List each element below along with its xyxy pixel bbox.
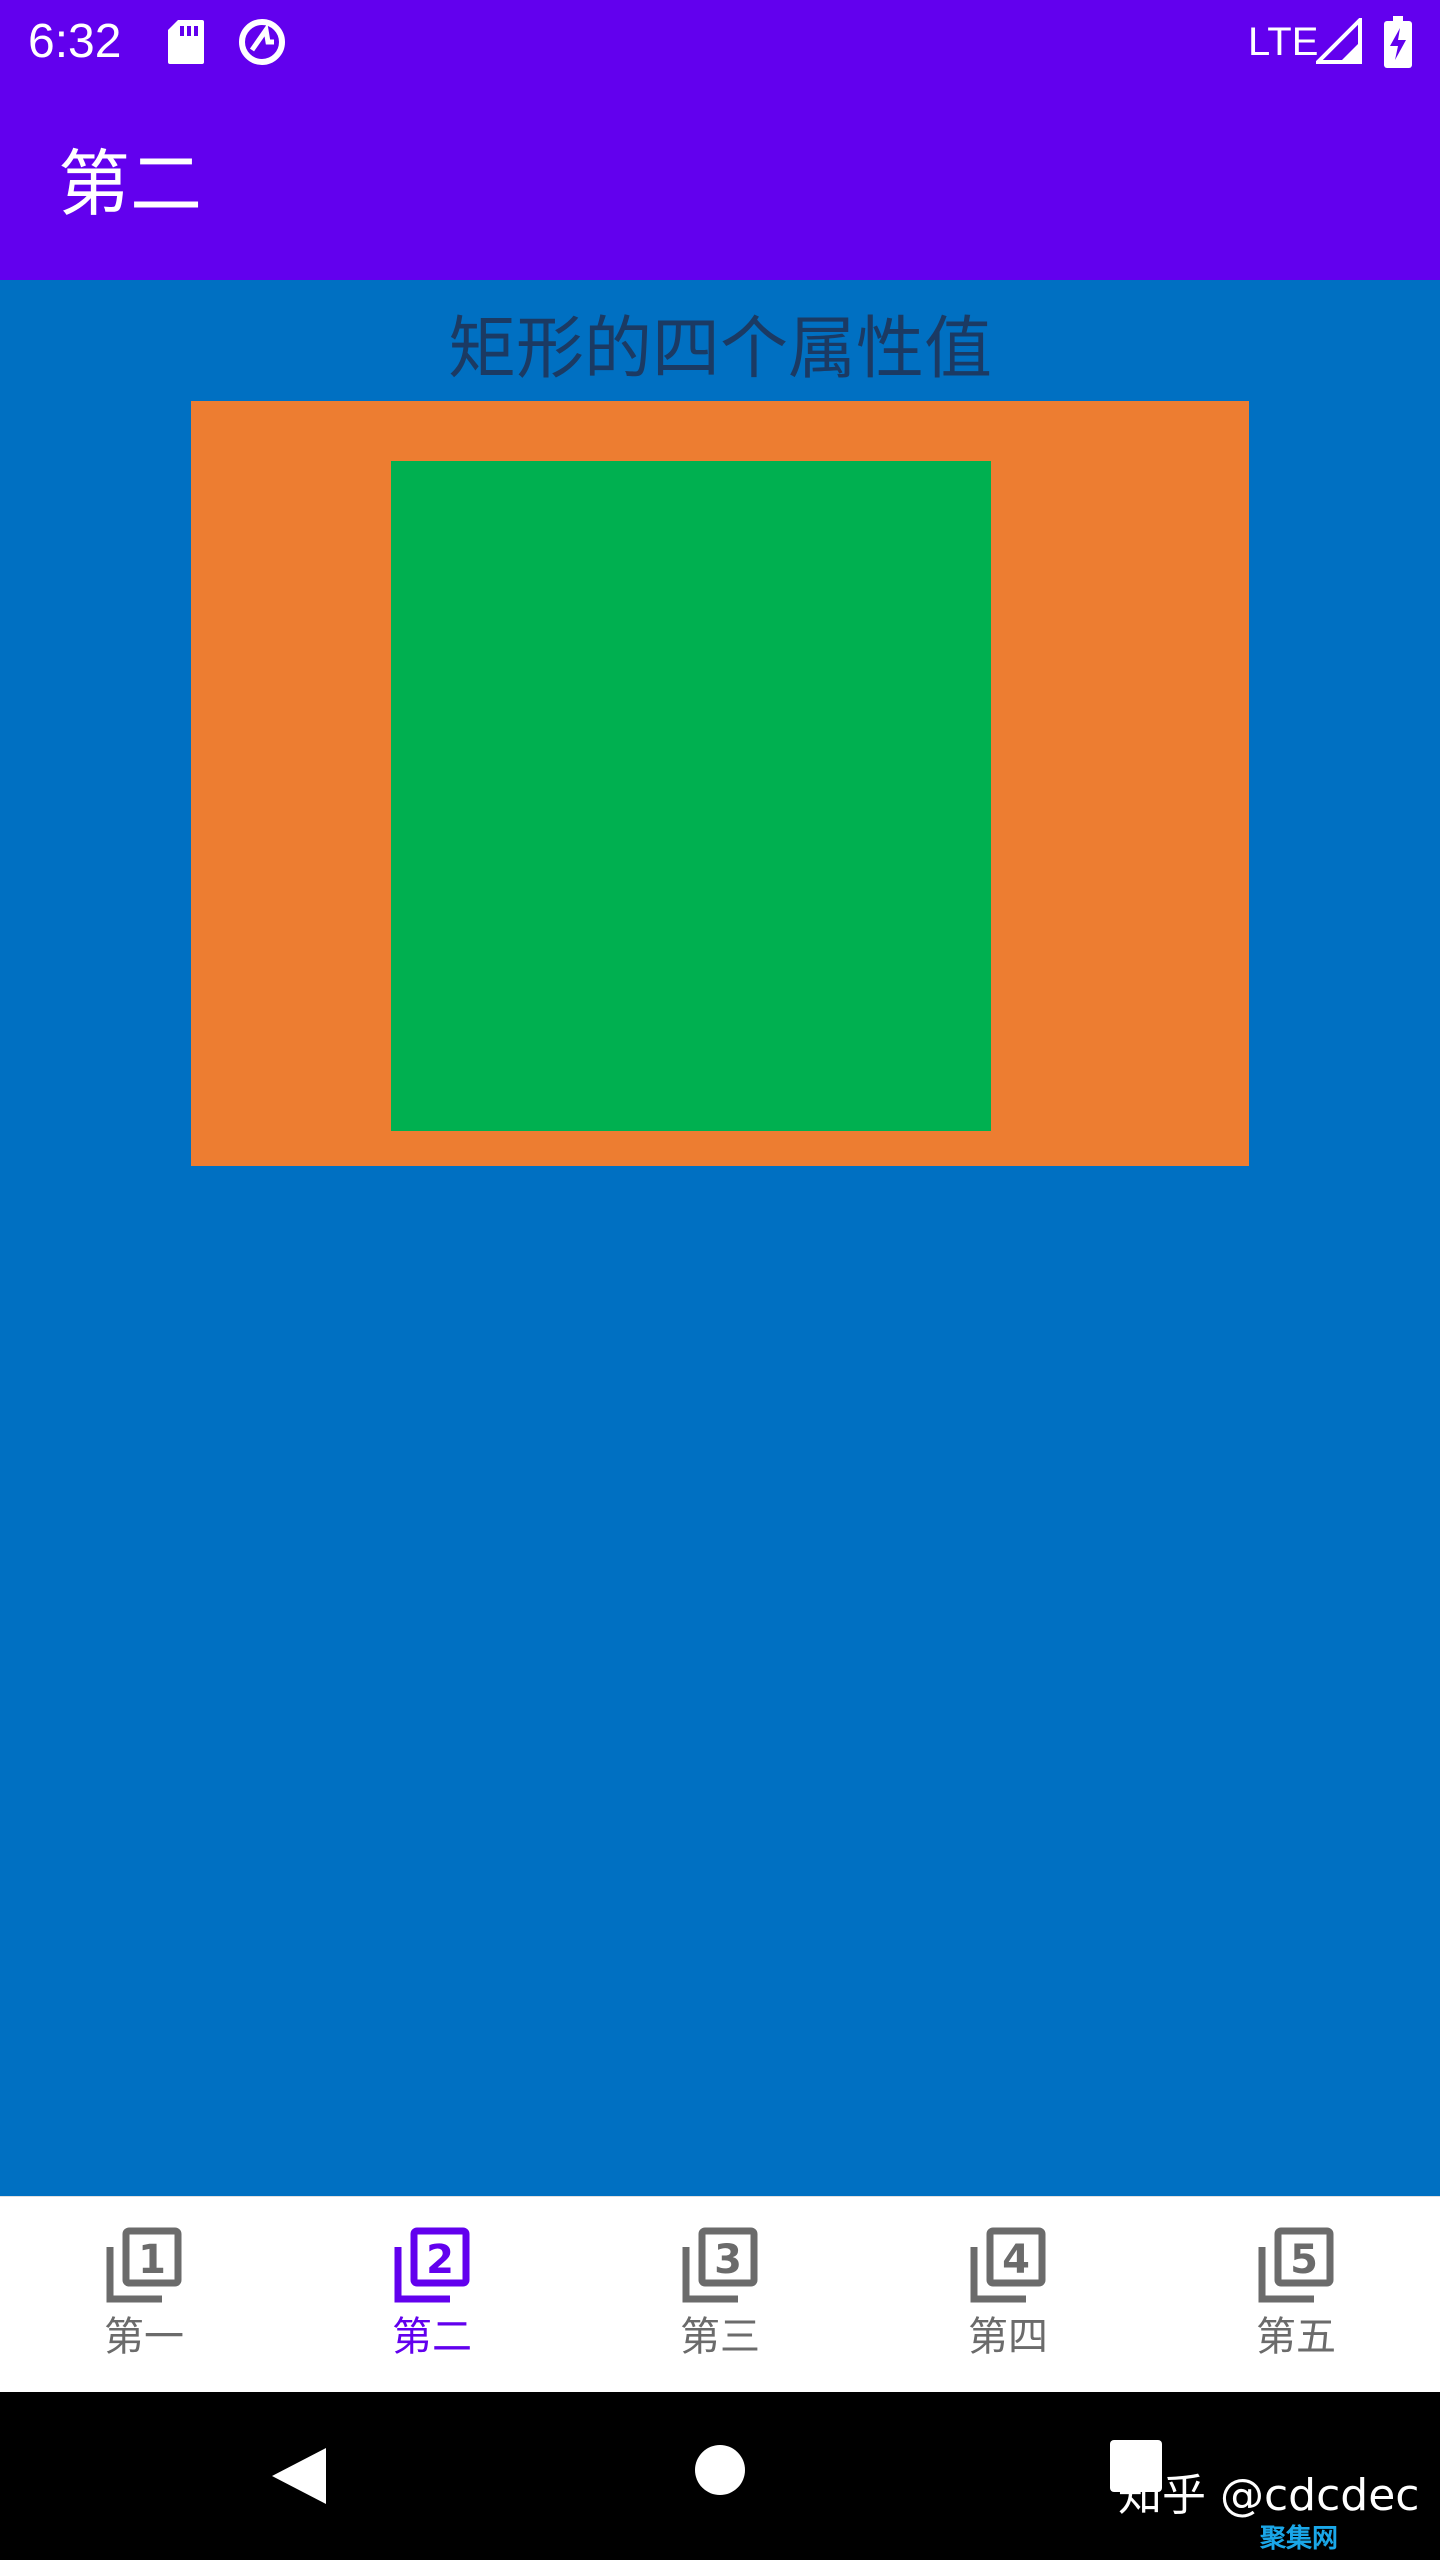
svg-text:1: 1 — [138, 2237, 166, 2283]
nav-label: 第三 — [680, 2314, 760, 2360]
status-time: 6:32 — [28, 15, 122, 68]
nav-label: 第二 — [392, 2314, 472, 2360]
status-bar: 6:32 LTE — [0, 0, 1440, 84]
nav-item-first[interactable]: 1 第一 — [0, 2197, 288, 2393]
nav-item-fifth[interactable]: 5 第五 — [1152, 2197, 1440, 2393]
svg-text:2: 2 — [426, 2237, 454, 2283]
filter-4-icon: 4 — [970, 2227, 1046, 2303]
app-bar: 第二 — [0, 84, 1440, 280]
filter-3-icon: 3 — [682, 2227, 758, 2303]
svg-text:4: 4 — [1002, 2237, 1030, 2283]
content-heading: 矩形的四个属性值 — [447, 310, 992, 389]
watermark-sub: 聚集网 — [1260, 2524, 1339, 2554]
filter-2-icon: 2 — [394, 2227, 470, 2303]
bottom-navigation: 1 第一 2 第二 3 第三 4 第四 5 第五 — [0, 2196, 1440, 2393]
svg-text:5: 5 — [1290, 2237, 1318, 2283]
nav-label: 第一 — [104, 2314, 184, 2360]
nav-label: 第五 — [1256, 2314, 1336, 2360]
page-title: 第二 — [58, 142, 203, 226]
system-navigation-bar: 知乎 @cdcdec 聚集网 — [0, 2392, 1440, 2560]
content-area: 矩形的四个属性值 — [0, 280, 1440, 2196]
sd-card-icon — [168, 20, 204, 64]
sync-icon — [239, 19, 285, 65]
inner-rectangle — [391, 461, 991, 1131]
home-icon[interactable] — [694, 2444, 746, 2496]
svg-text:3: 3 — [714, 2237, 742, 2283]
nav-label: 第四 — [968, 2314, 1048, 2360]
battery-charging-icon — [1384, 16, 1412, 68]
watermark: 知乎 @cdcdec — [1118, 2470, 1420, 2521]
filter-5-icon: 5 — [1258, 2227, 1334, 2303]
nav-item-second[interactable]: 2 第二 — [288, 2197, 576, 2393]
network-type: LTE — [1248, 20, 1319, 64]
back-icon[interactable] — [268, 2444, 328, 2508]
signal-icon — [1316, 18, 1362, 64]
nav-item-third[interactable]: 3 第三 — [576, 2197, 864, 2393]
nav-item-fourth[interactable]: 4 第四 — [864, 2197, 1152, 2393]
filter-1-icon: 1 — [106, 2227, 182, 2303]
